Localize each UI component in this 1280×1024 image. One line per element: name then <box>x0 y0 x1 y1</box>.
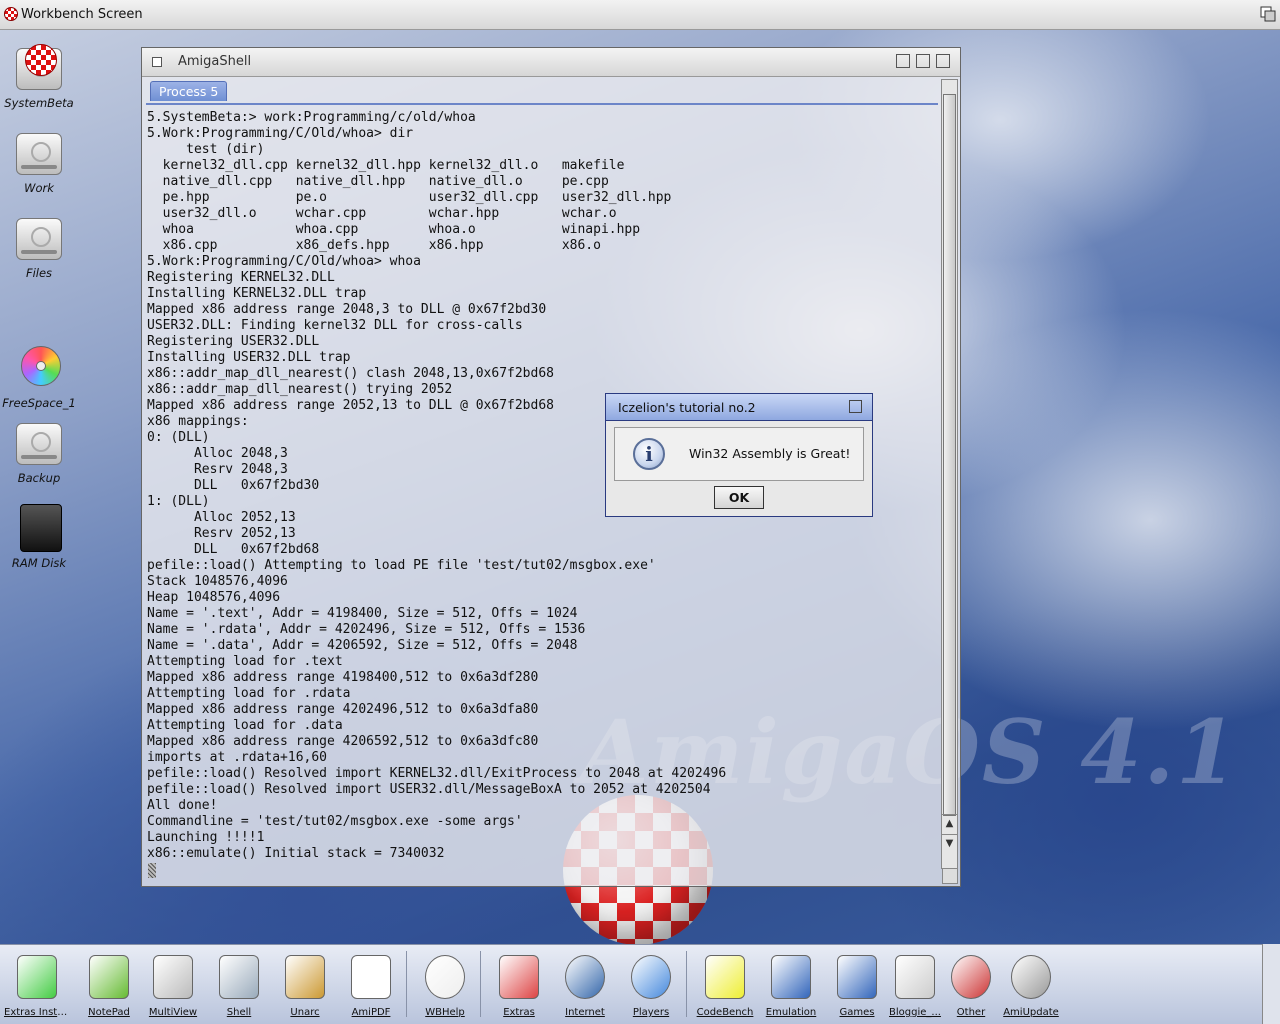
dock-item-label: MultiView <box>148 1007 198 1018</box>
dock-item-label: Emulation <box>765 1007 817 1018</box>
depth-icon[interactable] <box>849 400 862 413</box>
ok-button[interactable]: OK <box>714 486 764 509</box>
gear-icon <box>1007 949 1055 1007</box>
dock-item-shell[interactable]: Shell <box>206 949 272 1018</box>
dock-item-label: NotePad <box>88 1007 130 1018</box>
dock-item-label: Shell <box>226 1007 252 1018</box>
dock-item-codebench[interactable]: CodeBench <box>692 949 758 1018</box>
harddisk-icon <box>14 417 64 469</box>
zoom-icon[interactable] <box>916 54 930 68</box>
desktop-icon-label: Work <box>24 181 54 195</box>
dock-separator <box>686 951 687 1017</box>
dock-item-notepad[interactable]: NotePad <box>76 949 142 1018</box>
iconify-icon[interactable] <box>896 54 910 68</box>
eject-icon <box>947 949 995 1007</box>
harddisk-icon <box>14 212 64 264</box>
dock-item-players[interactable]: Players <box>618 949 684 1018</box>
depth-icon[interactable] <box>936 54 950 68</box>
dock-item-label: AmiPDF <box>351 1007 391 1018</box>
desktop-icon-systembeta[interactable]: SystemBeta <box>0 42 79 110</box>
magnifier-icon <box>149 949 197 1007</box>
boing-logo-icon <box>4 7 18 21</box>
close-icon[interactable] <box>152 57 162 67</box>
play-icon <box>627 949 675 1007</box>
globe-icon <box>561 949 609 1007</box>
dock-item-label: CodeBench <box>696 1007 754 1018</box>
dock-item-multiview[interactable]: MultiView <box>140 949 206 1018</box>
scroll-up-icon[interactable]: ▲ <box>942 814 957 833</box>
lightbulb-icon <box>421 949 469 1007</box>
dock-item-other[interactable]: Other <box>938 949 1004 1018</box>
dock-item-label: Games <box>839 1007 875 1018</box>
dock-item-label: Other <box>956 1007 986 1018</box>
dock-item-emulation[interactable]: Emulation <box>758 949 824 1018</box>
tab-strip: Process 5 <box>146 79 938 105</box>
info-icon: i <box>633 438 665 470</box>
desktop-icon-backup[interactable]: Backup <box>0 417 79 485</box>
ramdisk-icon <box>14 502 64 554</box>
dock-item-amipdf[interactable]: AmiPDF <box>338 949 404 1018</box>
dock-item-label: Internet <box>565 1007 605 1018</box>
dock-item-label: AmiUpdate <box>1003 1007 1059 1018</box>
extras-drawer-icon <box>495 949 543 1007</box>
dock-item-label: Extras Instal... <box>4 1007 70 1018</box>
desktop-icon-ramdisk[interactable]: RAM Disk <box>0 502 79 570</box>
dialog-title: Iczelion's tutorial no.2 <box>618 400 756 415</box>
dialog-message: Win32 Assembly is Great! <box>689 446 851 461</box>
desktop-icon-freespace[interactable]: FreeSpace_1 <box>0 342 79 410</box>
dock-item-unarc[interactable]: Unarc <box>272 949 338 1018</box>
desktop-icon-label: FreeSpace_1 <box>2 396 76 410</box>
depth-gadget-icon[interactable] <box>1260 6 1276 22</box>
amidock: Extras Instal... NotePad MultiView Shell Una… <box>0 944 1262 1024</box>
screen-title-bar[interactable]: Workbench Screen <box>0 0 1280 30</box>
ascii-search-icon <box>891 949 939 1007</box>
vertical-scrollbar[interactable]: ▲ ▼ <box>941 79 958 869</box>
shell-icon <box>215 949 263 1007</box>
shell-title-bar[interactable]: AmigaShell <box>142 48 960 77</box>
resize-handle-icon[interactable] <box>942 868 958 884</box>
dock-separator <box>480 951 481 1017</box>
desktop-icon-label: Backup <box>17 471 61 485</box>
dock-item-internet[interactable]: Internet <box>552 949 618 1018</box>
screen-title: Workbench Screen <box>21 7 143 22</box>
harddisk-icon <box>14 127 64 179</box>
installer-icon <box>13 949 61 1007</box>
boing-disk-icon <box>14 42 64 94</box>
text-cursor <box>148 863 156 878</box>
dock-item-label: Extras <box>503 1007 535 1018</box>
cdrom-icon <box>14 342 64 394</box>
tab-process-5[interactable]: Process 5 <box>150 81 228 101</box>
dock-item-wbhelp[interactable]: WBHelp <box>412 949 478 1018</box>
desktop-icon-label: RAM Disk <box>11 556 67 570</box>
dock-item-games[interactable]: Games <box>824 949 890 1018</box>
dock-item-extras-instal[interactable]: Extras Instal... <box>4 949 70 1018</box>
dock-scroll-handle[interactable] <box>1262 944 1280 1024</box>
desktop-icon-files[interactable]: Files <box>0 212 79 280</box>
pdf-icon <box>347 949 395 1007</box>
scroll-knob[interactable] <box>943 94 956 816</box>
dock-item-label: Players <box>632 1007 670 1018</box>
shell-title: AmigaShell <box>178 54 252 69</box>
message-box-dialog[interactable]: Iczelion's tutorial no.2 i Win32 Assembl… <box>605 393 873 517</box>
drawer-icon <box>767 949 815 1007</box>
desktop-icon-label: Files <box>25 266 53 280</box>
archive-box-icon <box>281 949 329 1007</box>
notepad-icon <box>85 949 133 1007</box>
desktop-icon-work[interactable]: Work <box>0 127 79 195</box>
drawer-icon <box>833 949 881 1007</box>
dialog-title-bar[interactable]: Iczelion's tutorial no.2 <box>606 394 872 421</box>
dock-item-extras[interactable]: Extras <box>486 949 552 1018</box>
dialog-body: i Win32 Assembly is Great! <box>614 427 864 481</box>
desktop-icon-label: SystemBeta <box>4 96 74 110</box>
dock-separator <box>406 951 407 1017</box>
dock-item-label: WBHelp <box>425 1007 465 1018</box>
codebench-icon <box>701 949 749 1007</box>
dock-item-label: Unarc <box>290 1007 320 1018</box>
scroll-down-icon[interactable]: ▼ <box>942 834 957 853</box>
dock-item-amiupdate[interactable]: AmiUpdate <box>998 949 1064 1018</box>
